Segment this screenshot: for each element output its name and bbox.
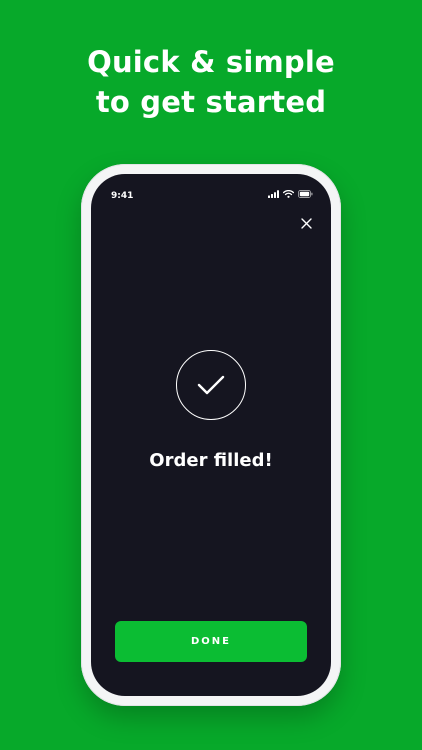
confirmation-message: Order filled!: [149, 450, 273, 471]
close-icon: [300, 217, 312, 229]
headline-line-1: Quick & simple: [87, 45, 335, 79]
status-time: 9:41: [111, 191, 134, 201]
success-badge: [176, 350, 246, 420]
headline-line-2: to get started: [95, 85, 327, 119]
signal-icon: [268, 190, 279, 198]
status-icons: [268, 190, 313, 198]
done-button[interactable]: DONE: [115, 621, 307, 662]
wifi-icon: [283, 190, 294, 198]
app-store-screenshot: Quick & simple to get started 9:41 Order…: [0, 0, 422, 750]
phone-frame: 9:41 Order filled! DONE: [81, 164, 341, 706]
checkmark-icon: [197, 375, 225, 395]
close-button[interactable]: [295, 212, 317, 234]
phone-screen: 9:41 Order filled! DONE: [91, 174, 331, 696]
battery-icon: [298, 190, 313, 198]
marketing-headline: Quick & simple to get started: [0, 42, 422, 122]
